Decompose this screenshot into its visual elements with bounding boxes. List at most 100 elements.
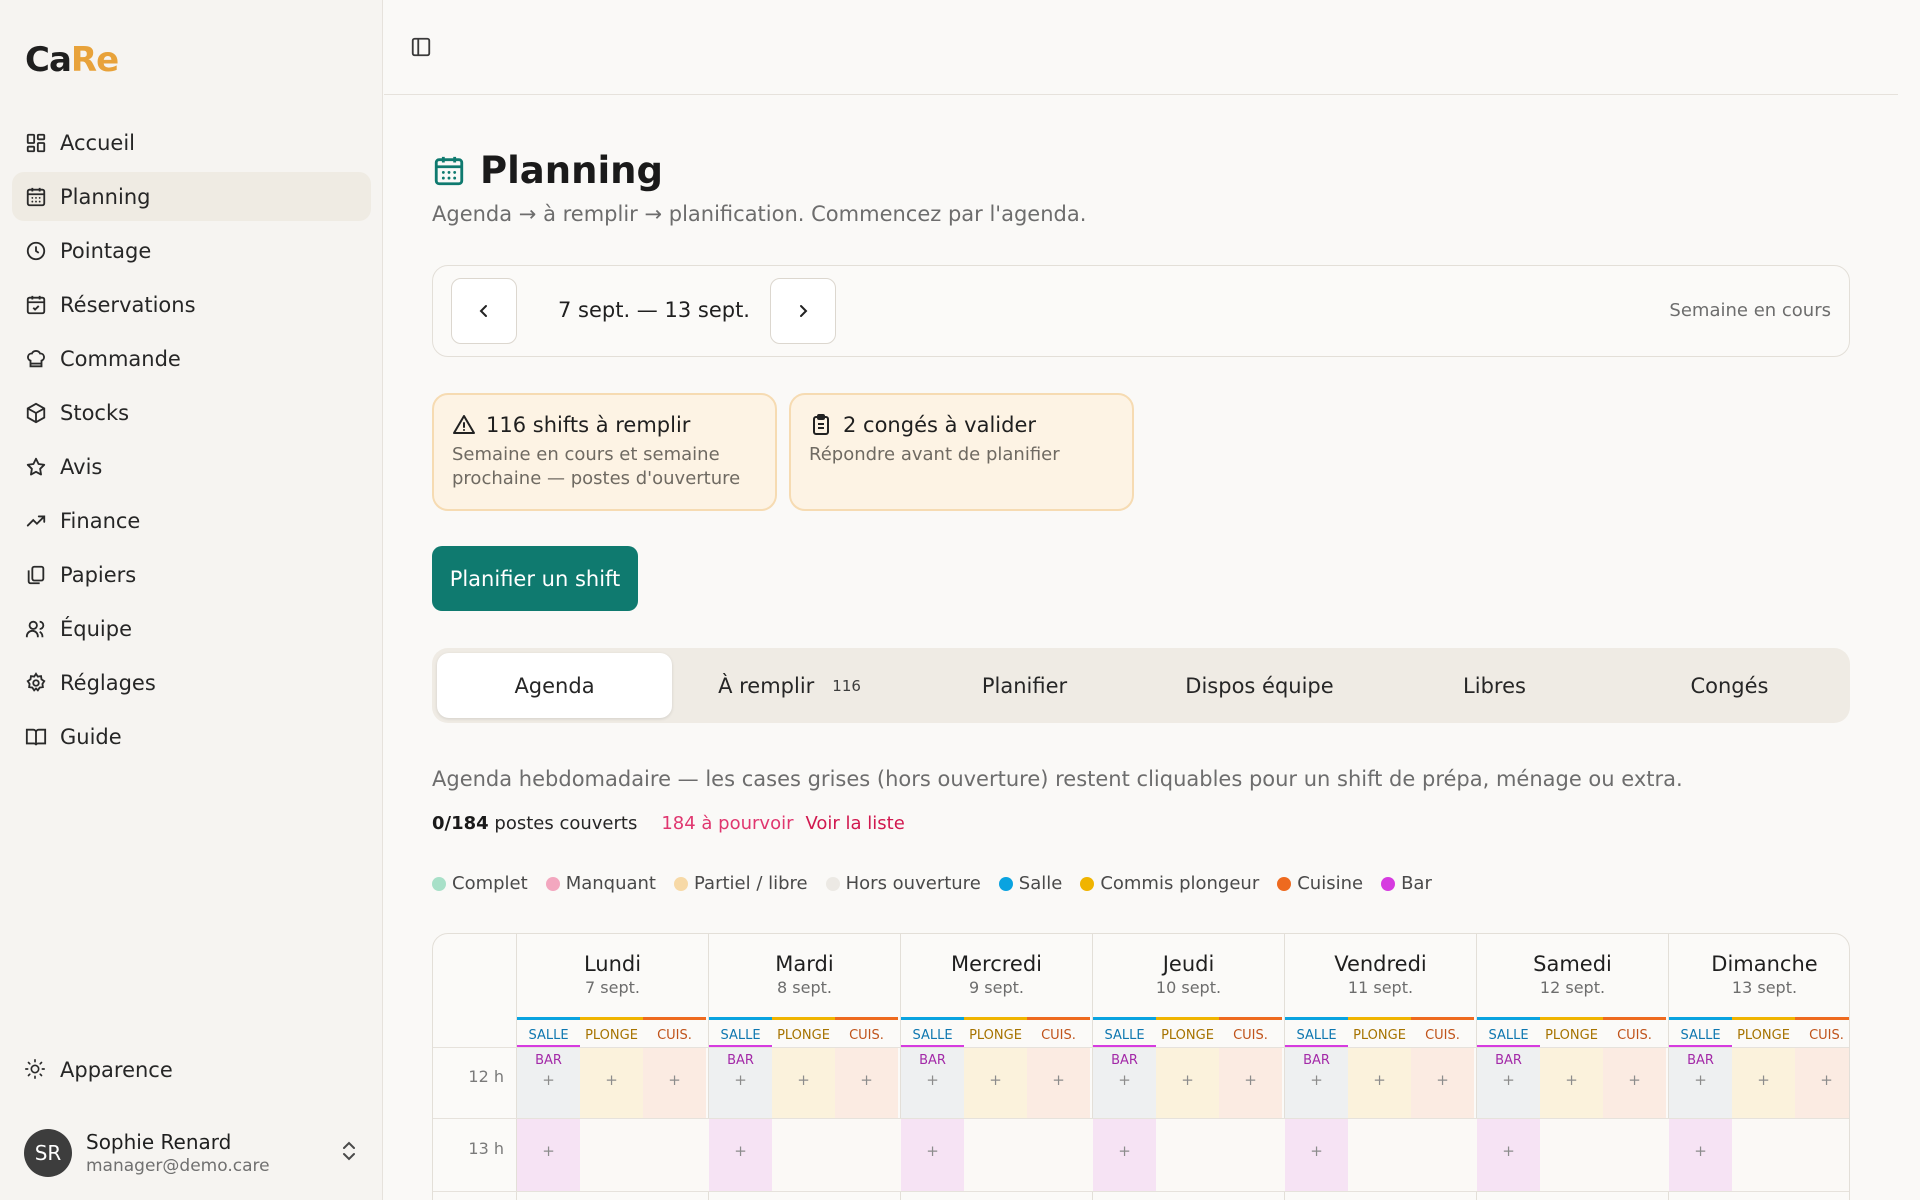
add-shift-button[interactable]: +	[709, 1071, 772, 1089]
add-shift-button[interactable]: +	[964, 1071, 1027, 1089]
calendar-check-icon	[24, 293, 48, 317]
add-shift-button[interactable]: +	[1285, 1071, 1348, 1089]
role-header: CUIS.	[1603, 1017, 1666, 1045]
tab-a-remplir[interactable]: À remplir 116	[672, 653, 907, 718]
shift-cell[interactable]	[772, 1119, 901, 1191]
add-shift-button[interactable]: +	[709, 1142, 772, 1160]
tab-label: À remplir	[718, 673, 815, 698]
sidebar-item-accueil[interactable]: Accueil	[12, 118, 371, 167]
legend-dot	[674, 876, 688, 891]
logo[interactable]: CaRe	[25, 40, 119, 80]
sidebar-item-label: Équipe	[60, 616, 132, 641]
covered-value: 0/184	[432, 813, 489, 834]
add-shift-button[interactable]: +	[1477, 1142, 1540, 1160]
add-shift-button[interactable]: +	[1093, 1142, 1156, 1160]
role-header: SALLE	[901, 1017, 964, 1045]
add-shift-button[interactable]: +	[1093, 1071, 1156, 1089]
add-shift-button[interactable]: +	[1477, 1071, 1540, 1089]
add-shift-button[interactable]: +	[1156, 1071, 1219, 1089]
tab-libres[interactable]: Libres	[1377, 653, 1612, 718]
add-shift-button[interactable]: +	[772, 1071, 835, 1089]
day-date: 9 sept.	[969, 978, 1024, 997]
add-shift-button[interactable]: +	[517, 1142, 580, 1160]
add-shift-button[interactable]: +	[901, 1071, 964, 1089]
day-column: Lundi 7 sept. SALLE + PLONGE + CUIS. + BAR +	[517, 934, 709, 1200]
add-shift-button[interactable]: +	[1669, 1142, 1732, 1160]
tab-label: Libres	[1463, 673, 1526, 698]
sidebar-item-pointage[interactable]: Pointage	[12, 226, 371, 275]
day-column: Samedi 12 sept. SALLE + PLONGE + CUIS. + BAR +	[1477, 934, 1669, 1200]
add-shift-button[interactable]: +	[1219, 1071, 1282, 1089]
sidebar-item-stocks[interactable]: Stocks	[12, 388, 371, 437]
tab-planifier[interactable]: Planifier	[907, 653, 1142, 718]
add-shift-button[interactable]: +	[901, 1142, 964, 1160]
day-date: 8 sept.	[777, 978, 832, 997]
sidebar-item-label: Guide	[60, 724, 122, 749]
legend-item: Partiel / libre	[674, 873, 808, 894]
tab-agenda[interactable]: Agenda	[437, 653, 672, 718]
user-menu[interactable]: SR Sophie Renard manager@demo.care	[24, 1125, 359, 1180]
sidebar-item-commande[interactable]: Commande	[12, 334, 371, 383]
add-shift-button[interactable]: +	[1795, 1071, 1849, 1089]
sidebar-item-reglages[interactable]: Réglages	[12, 658, 371, 707]
legend-item: Manquant	[545, 873, 656, 894]
shifts-to-fill-alert[interactable]: 116 shifts à remplir Semaine en cours et…	[432, 393, 777, 511]
day-name: Samedi	[1533, 952, 1612, 976]
add-shift-button[interactable]: +	[1027, 1071, 1090, 1089]
sidebar-item-guide[interactable]: Guide	[12, 712, 371, 761]
add-shift-button[interactable]: +	[1540, 1071, 1603, 1089]
role-header: PLONGE	[964, 1017, 1027, 1045]
sidebar-item-papiers[interactable]: Papiers	[12, 550, 371, 599]
legend-label: Partiel / libre	[694, 873, 808, 894]
row-divider	[433, 1118, 1849, 1119]
day-name: Lundi	[583, 952, 642, 976]
add-shift-button[interactable]: +	[517, 1071, 580, 1089]
shift-cell[interactable]	[1540, 1119, 1669, 1191]
add-shift-button[interactable]: +	[580, 1071, 643, 1089]
sidebar-item-planning[interactable]: Planning	[12, 172, 371, 221]
hour-label: 12 h	[468, 1067, 504, 1086]
shift-cell[interactable]	[1348, 1119, 1477, 1191]
sidebar-nav: Accueil Planning Pointage Réservations C…	[12, 118, 371, 766]
add-shift-button[interactable]: +	[1669, 1071, 1732, 1089]
see-list-link[interactable]: Voir la liste	[806, 813, 905, 834]
chevron-up-down-icon	[339, 1139, 359, 1163]
add-shift-button[interactable]: +	[643, 1071, 706, 1089]
add-shift-button[interactable]: +	[1285, 1142, 1348, 1160]
day-column: Vendredi 11 sept. SALLE + PLONGE + CUIS. + BAR +	[1285, 934, 1477, 1200]
sidebar-item-avis[interactable]: Avis	[12, 442, 371, 491]
leave-to-validate-alert[interactable]: 2 congés à valider Répondre avant de pla…	[789, 393, 1134, 511]
tab-dispos-equipe[interactable]: Dispos équipe	[1142, 653, 1377, 718]
shift-cell[interactable]	[964, 1119, 1093, 1191]
add-shift-button[interactable]: +	[835, 1071, 898, 1089]
current-week-link[interactable]: Semaine en cours	[1669, 300, 1831, 321]
add-shift-button[interactable]: +	[1732, 1071, 1795, 1089]
add-shift-button[interactable]: +	[1348, 1071, 1411, 1089]
shift-cell[interactable]	[580, 1119, 709, 1191]
role-header: PLONGE	[1348, 1017, 1411, 1045]
tab-conges[interactable]: Congés	[1612, 653, 1847, 718]
next-week-button[interactable]	[770, 278, 836, 344]
previous-week-button[interactable]	[451, 278, 517, 344]
sidebar-item-finance[interactable]: Finance	[12, 496, 371, 545]
bar-role-label: BAR	[727, 1053, 754, 1068]
coverage-stats: 0/184 postes couverts 184 à pourvoir Voi…	[432, 813, 905, 834]
sidebar-toggle-icon[interactable]	[410, 36, 432, 58]
sidebar-item-reservations[interactable]: Réservations	[12, 280, 371, 329]
clock-icon	[24, 239, 48, 263]
bar-role-label: BAR	[919, 1053, 946, 1068]
sidebar-item-label: Réglages	[60, 670, 156, 695]
shift-cell[interactable]	[1156, 1119, 1285, 1191]
role-header: CUIS.	[835, 1017, 898, 1045]
appearance-button[interactable]: Apparence	[24, 1058, 173, 1082]
legend-dot	[1080, 876, 1095, 891]
sidebar-item-equipe[interactable]: Équipe	[12, 604, 371, 653]
tab-label: Planifier	[981, 673, 1068, 698]
shift-cell[interactable]	[1732, 1119, 1849, 1191]
role-header: PLONGE	[1156, 1017, 1219, 1045]
plan-shift-button[interactable]: Planifier un shift	[432, 546, 638, 611]
legend-label: Commis plongeur	[1100, 873, 1260, 894]
add-shift-button[interactable]: +	[1603, 1071, 1666, 1089]
legend-label: Cuisine	[1297, 873, 1364, 894]
add-shift-button[interactable]: +	[1411, 1071, 1474, 1089]
